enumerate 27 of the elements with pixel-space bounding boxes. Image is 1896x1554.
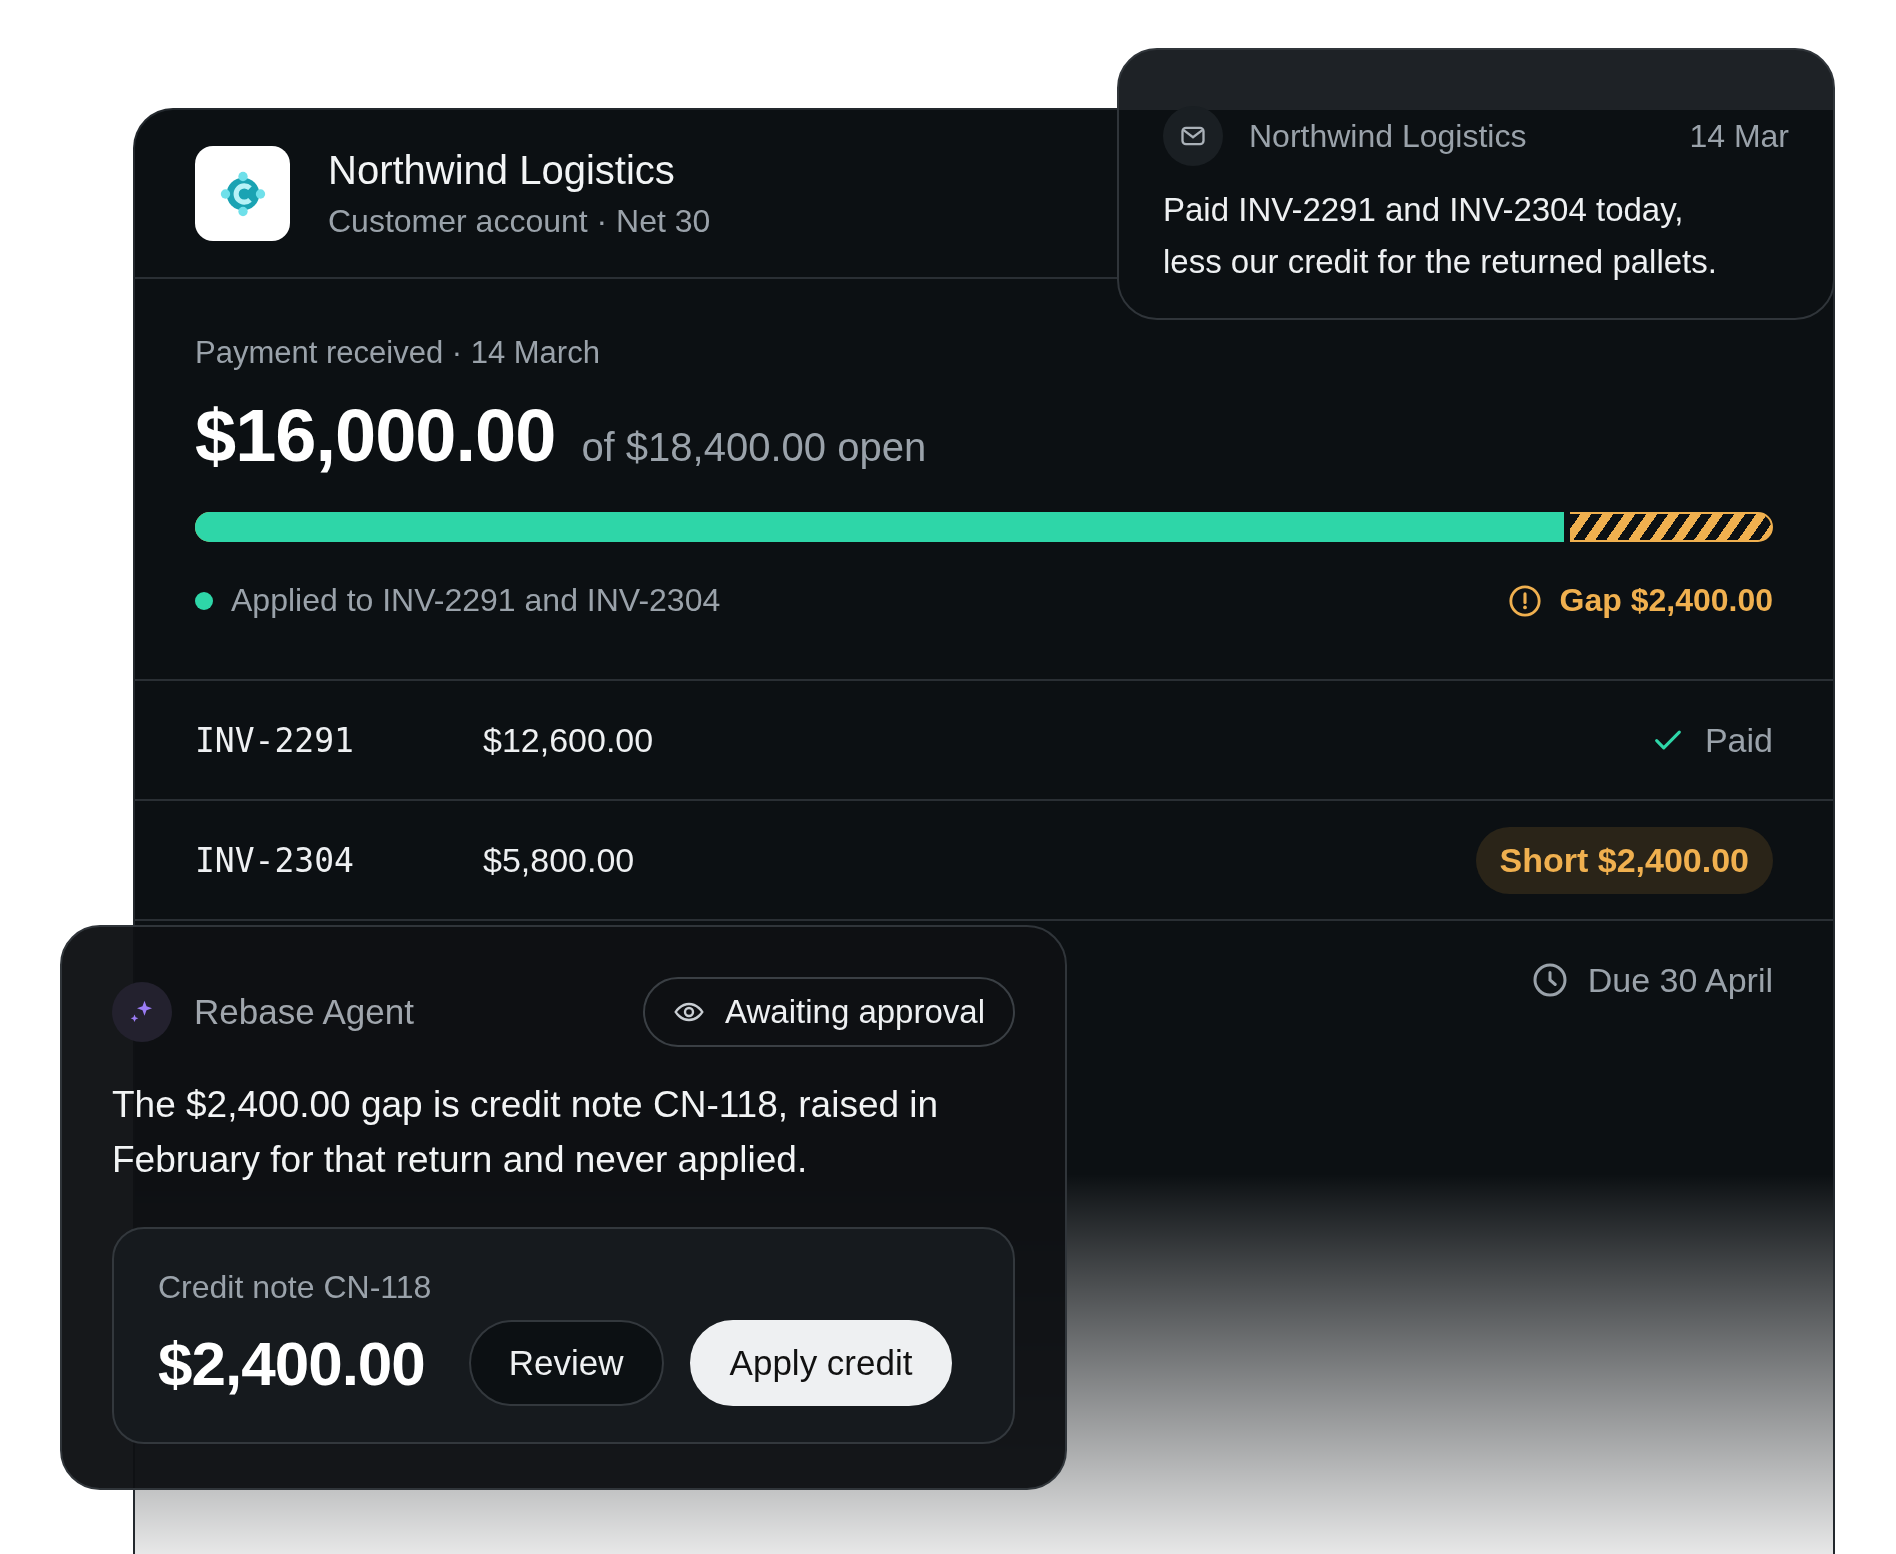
status-text: Awaiting approval <box>725 993 985 1031</box>
status-label: Paid <box>1704 720 1773 760</box>
message-text: Paid INV-2291 and INV-2304 today, less our credit for the returned pallets. <box>1163 190 1718 282</box>
clock-icon <box>1531 962 1568 998</box>
applied-label: Applied to INV-2291 and INV-2304 <box>231 582 721 619</box>
invoice-amount: $12,600.00 <box>483 720 654 760</box>
due-date: Due 30 April <box>1587 960 1773 1000</box>
invoice-number: INV-2291 <box>195 720 355 760</box>
warning-icon <box>1507 583 1542 618</box>
payment-amount: $16,000.00 <box>195 393 556 478</box>
gap-amount: Gap $2,400.00 <box>1559 582 1773 619</box>
message-date: 14 Mar <box>1689 117 1789 155</box>
payment-label: Payment received · 14 March <box>195 335 601 371</box>
credit-label: Credit note CN-118 <box>158 1269 433 1306</box>
review-button[interactable]: Review <box>468 1320 664 1406</box>
applied-dot <box>195 591 213 610</box>
shortfall-badge: Short $2,400.00 <box>1475 826 1773 894</box>
agent-name: Rebase Agent <box>194 992 414 1032</box>
apply-button[interactable]: Apply credit <box>689 1320 953 1406</box>
agent-message: The $2,400.00 gap is credit note CN-118, raised in February for that return and never applied. <box>112 1083 940 1182</box>
invoice-number: INV-2304 <box>195 840 355 880</box>
account-name: Northwind Logistics <box>328 147 676 193</box>
open-amount: of $18,400.00 open <box>581 425 927 470</box>
invoice-amount: $5,800.00 <box>483 840 635 880</box>
credit-amount: $2,400.00 <box>158 1327 425 1399</box>
account-subtitle: Customer account · Net 30 <box>328 202 711 240</box>
sender-name: Northwind Logistics <box>1249 117 1528 155</box>
